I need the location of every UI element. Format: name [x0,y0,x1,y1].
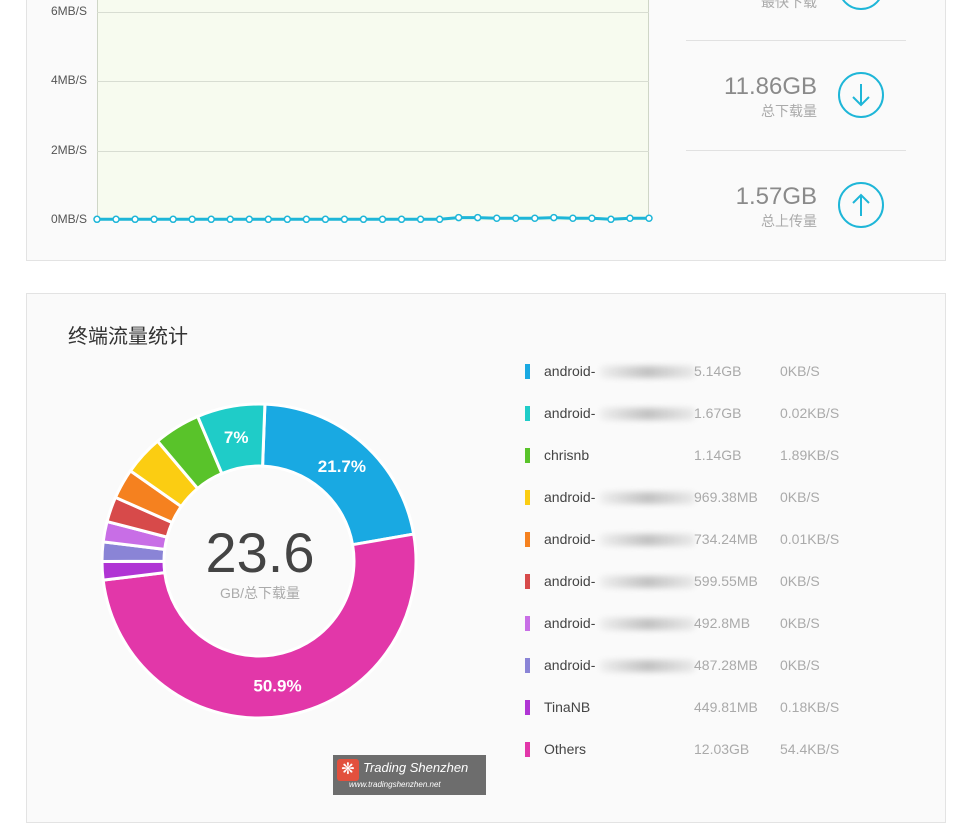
total-download-label: 总下载量 [761,103,817,119]
grid-line [97,81,649,82]
watermark-logo-icon: ❋ [337,759,359,781]
redacted-name [600,492,695,504]
device-name: Others [544,741,587,757]
device-speed: 0KB/S [780,657,820,673]
legend-swatch [525,532,530,547]
legend-swatch [525,364,530,379]
device-speed: 0KB/S [780,489,820,505]
download-arrow-icon [838,72,884,118]
legend-swatch [525,616,530,631]
device-traffic: 969.38MB [694,489,758,505]
y-tick-label: 0MB/S [50,212,87,226]
fastest-download-label: 最快下载 [761,0,817,10]
device-name: android- [544,573,596,589]
device-traffic: 487.28MB [694,657,758,673]
device-traffic: 734.24MB [694,531,758,547]
divider [686,150,906,151]
redacted-name [600,534,695,546]
donut-center-value: 23.6 [205,521,315,584]
device-traffic: 599.55MB [694,573,758,589]
device-speed: 0.01KB/S [780,531,840,547]
divider [686,40,906,41]
device-traffic: 1.67GB [694,405,742,421]
grid-line [97,12,649,13]
redacted-name [600,660,695,672]
watermark-url: www.tradingshenzhen.net [349,780,441,789]
device-traffic: 1.14GB [694,447,742,463]
legend-swatch [525,406,530,421]
device-speed: 0.02KB/S [780,405,840,421]
device-speed: 0KB/S [780,573,820,589]
upload-arrow-icon [838,182,884,228]
y-tick-label: 6MB/S [50,4,87,18]
device-speed: 0.18KB/S [780,699,840,715]
device-name: android- [544,489,596,505]
redacted-name [600,366,695,378]
total-upload-label: 总上传量 [761,213,817,229]
device-speed: 0KB/S [780,615,820,631]
legend-swatch [525,490,530,505]
donut-center-label: GB/总下载量 [219,585,301,601]
device-speed: 0KB/S [780,363,820,379]
device-traffic: 492.8MB [694,615,751,631]
y-tick-label: 4MB/S [50,73,87,87]
device-name: android- [544,615,596,631]
legend-swatch [525,448,530,463]
device-speed: 1.89KB/S [780,447,840,463]
speed-chart-plot [97,0,649,221]
legend-swatch [525,658,530,673]
redacted-name [600,618,695,630]
device-traffic: 5.14GB [694,363,742,379]
watermark-title: Trading Shenzhen [363,760,469,775]
device-traffic: 449.81MB [694,699,758,715]
total-upload-value: 1.57GB [735,183,817,210]
total-download-value: 11.86GB [724,73,817,100]
device-speed: 54.4KB/S [780,741,840,757]
device-name: android- [544,363,596,379]
device-name: android- [544,657,596,673]
device-traffic: 12.03GB [694,741,750,757]
grid-line [97,151,649,152]
device-name: android- [544,531,596,547]
redacted-name [600,408,695,420]
device-name: android- [544,405,596,421]
legend-swatch [525,700,530,715]
legend-swatch [525,742,530,757]
redacted-name [600,576,695,588]
device-name: TinaNB [544,699,591,715]
legend-swatch [525,574,530,589]
y-tick-label: 2MB/S [50,143,87,157]
section-title: 终端流量统计 [68,326,188,348]
watermark: ❋ Trading Shenzhen www.tradingshenzhen.n… [333,755,486,795]
device-name: chrisnb [544,447,590,463]
